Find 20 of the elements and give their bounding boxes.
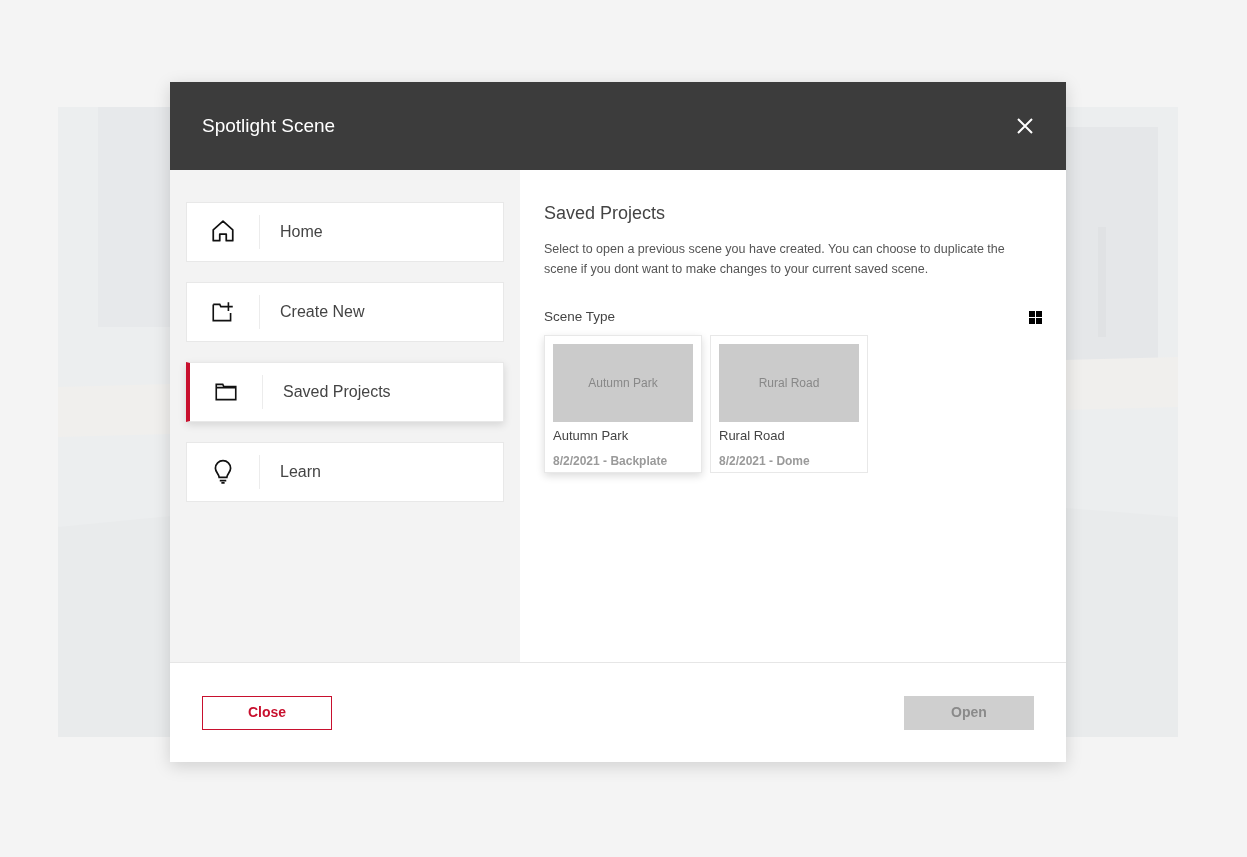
dialog-title: Spotlight Scene [202, 113, 336, 138]
thumbnail-label: Autumn Park [588, 375, 658, 393]
project-name: Rural Road [719, 427, 786, 446]
close-button[interactable]: Close [202, 695, 332, 730]
close-icon[interactable] [1016, 117, 1034, 135]
sidebar-item[interactable]: Home [186, 202, 504, 262]
project-card[interactable]: Autumn Park Autumn Park 8/2/2021 - Backplate [544, 335, 702, 474]
section-heading: Saved Projects [544, 202, 667, 225]
scene-type-label: Scene Type [544, 308, 616, 326]
project-name: Autumn Park [553, 427, 630, 446]
home-icon [210, 219, 236, 245]
sidebar-item[interactable]: Saved Projects [186, 362, 504, 422]
project-card[interactable]: Rural Road Rural Road 8/2/2021 - Dome [710, 335, 868, 474]
sidebar-item[interactable]: Learn [186, 442, 504, 502]
grid-view-icon[interactable] [1029, 310, 1042, 324]
sidebar-item[interactable]: Create New [186, 282, 504, 342]
thumbnail-label: Rural Road [758, 375, 820, 393]
description-text: Select to open a previous scene you have created. You can choose to duplicate the scene if you dont want to make changes to your current saved scene. [544, 241, 1006, 278]
project-meta: 8/2/2021 - Dome [719, 452, 811, 470]
project-meta: 8/2/2021 - Backplate [553, 452, 669, 470]
